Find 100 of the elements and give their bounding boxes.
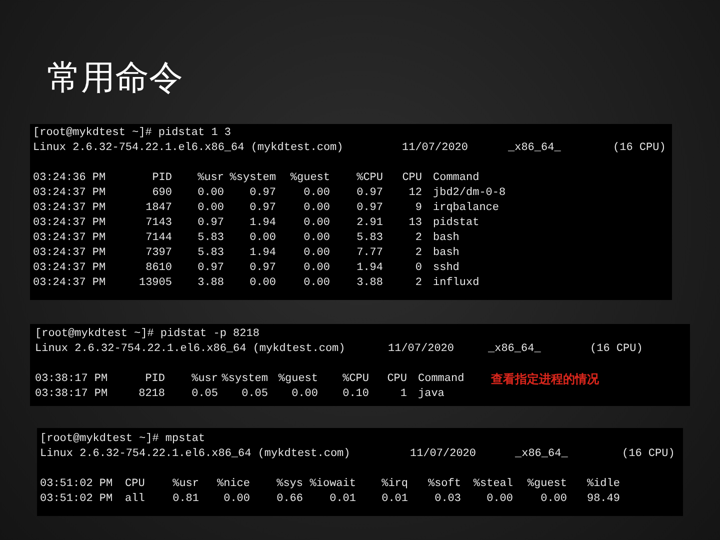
table-cell-text: 03:24:37 PM [33, 201, 107, 216]
column-header: Command [432, 171, 480, 186]
table-cell-text: 03:24:37 PM [33, 276, 107, 291]
table-cell-text: 0.97 [248, 261, 276, 276]
table-cell-text: irqbalance [432, 201, 500, 216]
system-info: (16 CPU) [622, 447, 676, 462]
slide-title: 常用命令 [47, 58, 183, 98]
table-cell-text: 2 [414, 276, 422, 291]
table-cell-text: 1.94 [248, 216, 276, 231]
command-prompt: [root@mykdtest ~]# pidstat 1 3 [33, 126, 232, 141]
table-cell-text: 03:51:02 PM [40, 492, 114, 507]
column-header: %guest [277, 372, 318, 387]
table-cell-text: 0.00 [486, 492, 513, 507]
table-cell-text: 2 [414, 246, 422, 261]
column-header: %guest [526, 477, 567, 492]
table-cell-text: pidstat [432, 216, 480, 231]
table-cell-text: 690 [151, 186, 172, 201]
column-header: %usr [196, 171, 224, 186]
table-cell-text: 03:24:37 PM [33, 261, 107, 276]
table-cell-text: 1847 [144, 201, 172, 216]
table-cell-text: sshd [432, 261, 460, 276]
table-cell-text: 7143 [144, 216, 172, 231]
column-header: CPU [125, 477, 146, 492]
system-info: (16 CPU) [613, 141, 667, 156]
table-cell-text: 2.91 [356, 216, 383, 231]
table-cell-text: 0.00 [540, 492, 567, 507]
table-cell-text: 0.00 [248, 231, 276, 246]
system-info: Linux 2.6.32-754.22.1.el6.x86_64 (mykdtest.com) [40, 447, 352, 462]
table-cell-text: bash [432, 246, 460, 261]
column-header: %irq [380, 477, 408, 492]
system-info: 11/07/2020 [402, 141, 470, 156]
table-cell-text: 0.97 [356, 201, 383, 216]
table-cell-text: 0.00 [302, 231, 330, 246]
table-cell-text: influxd [432, 276, 480, 291]
table-cell-text: 8610 [144, 261, 172, 276]
table-cell-text: bash [432, 231, 460, 246]
table-cell-text: 0.03 [434, 492, 461, 507]
table-cell-text: 0.00 [222, 492, 250, 507]
table-cell-text: 0.01 [380, 492, 408, 507]
table-cell-text: 0.00 [290, 387, 318, 402]
table-cell-text: 0.00 [196, 186, 224, 201]
system-info: _x86_64_ [488, 342, 542, 357]
column-header: %guest [289, 171, 330, 186]
table-cell-text: 03:24:37 PM [33, 246, 107, 261]
table-cell-text: 0.97 [196, 261, 224, 276]
column-header: 03:38:17 PM [35, 372, 109, 387]
table-cell-text: 1 [399, 387, 407, 402]
table-cell-text: 0.81 [172, 492, 199, 507]
table-cell-text: 0.97 [356, 186, 383, 201]
system-info: _x86_64_ [508, 141, 562, 156]
table-cell-text: 7397 [144, 246, 172, 261]
table-cell-text: 0.00 [302, 186, 330, 201]
table-cell-text: 5.83 [196, 246, 224, 261]
column-header: %usr [172, 477, 199, 492]
command-prompt: [root@mykdtest ~]# pidstat -p 8218 [35, 327, 260, 342]
column-header: CPU [401, 171, 422, 186]
table-cell-text: 0 [414, 261, 422, 276]
system-info: _x86_64_ [515, 447, 569, 462]
column-header: Command [417, 372, 464, 387]
table-cell-text: 3.88 [196, 276, 224, 291]
column-header: PID [144, 372, 165, 387]
column-header: %iowait [308, 477, 356, 492]
table-cell-text: 13 [408, 216, 422, 231]
table-cell-text: 8218 [138, 387, 165, 402]
table-cell-text: 5.83 [356, 231, 383, 246]
table-cell-text: 98.49 [586, 492, 620, 507]
column-header: %steal [472, 477, 513, 492]
table-cell-text: 7.77 [356, 246, 383, 261]
system-info: Linux 2.6.32-754.22.1.el6.x86_64 (mykdtest.com) [35, 342, 346, 357]
command-prompt: [root@mykdtest ~]# mpstat [40, 432, 206, 447]
system-info: 11/07/2020 [410, 447, 478, 462]
table-cell-text: all [125, 492, 146, 507]
table-cell-text: 0.97 [248, 186, 276, 201]
table-cell-text: 03:24:37 PM [33, 231, 107, 246]
column-header: %usr [190, 372, 218, 387]
table-cell-text: 03:24:37 PM [33, 216, 107, 231]
system-info: (16 CPU) [590, 342, 644, 357]
table-cell-text: 0.97 [196, 216, 224, 231]
column-header: %system [220, 372, 268, 387]
column-header: PID [151, 171, 172, 186]
table-cell-text: 12 [408, 186, 422, 201]
table-cell-text: java [417, 387, 446, 402]
table-cell-text: 0.00 [302, 216, 330, 231]
column-header: %sys [276, 477, 303, 492]
system-info: Linux 2.6.32-754.22.1.el6.x86_64 (mykdtest.com) [33, 141, 344, 156]
table-cell-text: 0.00 [302, 276, 330, 291]
column-header: %soft [426, 477, 461, 492]
table-cell-text: 0.66 [276, 492, 303, 507]
table-cell-text: 0.10 [342, 387, 369, 402]
table-cell-text: 0.00 [302, 246, 330, 261]
table-cell-text: jbd2/dm-0-8 [432, 186, 507, 201]
table-cell-text: 0.97 [248, 201, 276, 216]
table-cell-text: 0.00 [196, 201, 224, 216]
column-header: 03:51:02 PM [40, 477, 114, 492]
table-cell-text: 0.05 [190, 387, 218, 402]
table-cell-text: 0.01 [328, 492, 356, 507]
table-cell-text: 1.94 [356, 261, 383, 276]
table-cell-text: 03:24:37 PM [33, 186, 107, 201]
column-header: %nice [216, 477, 250, 492]
column-header: %CPU [342, 372, 369, 387]
